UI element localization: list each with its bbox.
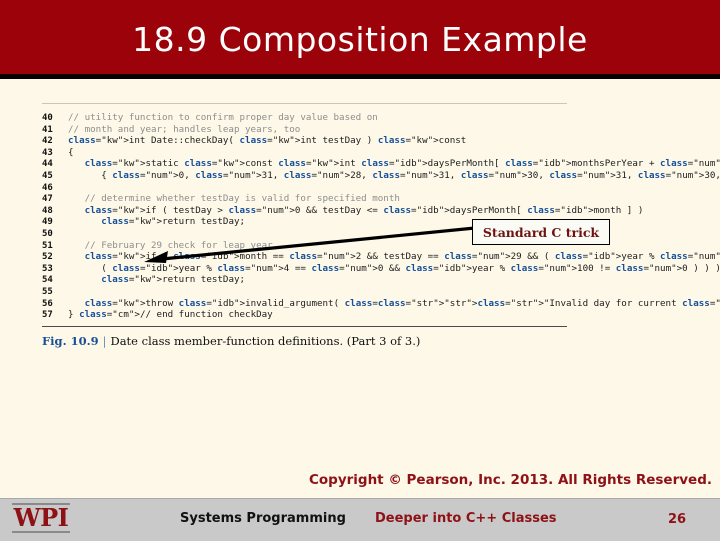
code-line: 53 ( class="idb">year % class="num">4 ==… [42, 263, 720, 275]
figure-top-rule [42, 103, 567, 104]
code-line-text: { class="num">0, class="num">31, class="… [68, 169, 720, 181]
code-line-number: 45 [42, 170, 53, 181]
page-title: 18.9 Composition Example [132, 20, 588, 59]
footer-topic-name: Deeper into C++ Classes [375, 511, 557, 526]
code-line-text: class="kw">if ( testDay > class="num">0 … [84, 204, 644, 216]
code-line-text: // month and year; handles leap years, t… [68, 123, 301, 135]
code-line: 43{ [42, 147, 567, 159]
callout-box: Standard C trick [472, 219, 610, 245]
code-line-number: 52 [42, 252, 53, 263]
figure-caption-separator: | [102, 333, 107, 348]
figure-caption-text: Date class member-function definitions. … [110, 333, 421, 348]
code-line-text: class="kw">return testDay; [101, 216, 246, 228]
code-listing: 40 // utility function to confirm proper … [42, 112, 720, 321]
figure-caption: Fig. 10.9 | Date class member-function def… [42, 334, 567, 348]
code-line: 46 [42, 182, 567, 194]
code-line-text: class="kw">return testDay; [101, 274, 246, 286]
code-line: 42 class="kw">int Date::checkDay( class="… [42, 135, 567, 147]
code-line: 57 } class="cm">// end function checkDay [42, 309, 567, 321]
code-line-text: ( class="idb">year % class="num">4 == cl… [68, 262, 720, 274]
callout-label: Standard C trick [482, 224, 600, 240]
code-line: 40 // utility function to confirm proper … [42, 112, 567, 124]
code-line-text: { [68, 146, 74, 158]
code-line-text: class="kw">static class="kw">const class… [84, 158, 720, 170]
code-line: 48 class="kw">if ( testDay > class="num"… [42, 205, 643, 217]
code-line: 41// month and year; handles leap years,… [42, 124, 567, 136]
code-line: 55 [42, 286, 567, 298]
code-line-text: class="kw">int Date::checkDay( class="kw… [68, 135, 467, 147]
code-line: 45 { class="num">0, class="num">31, clas… [42, 170, 720, 182]
code-line-text: // February 29 check for leap year [68, 239, 273, 251]
figure-caption-label: Fig. 10.9 [42, 333, 99, 348]
code-line-text: // determine whether testDay is valid fo… [68, 193, 400, 205]
footer-course-name: Systems Programming [180, 511, 346, 526]
code-line-text: } class="cm">// end function checkDay [68, 309, 273, 321]
slide-content-area: 40 // utility function to confirm proper … [0, 79, 720, 498]
copyright-notice: Copyright © Pearson, Inc. 2013. All Righ… [308, 472, 712, 488]
figure-bottom-rule [42, 325, 567, 327]
code-line-number: 57 [42, 310, 53, 321]
footer-page-number: 26 [668, 512, 687, 527]
wpi-logo-text: WPI [13, 503, 69, 532]
code-line-number: 55 [42, 286, 53, 297]
code-line: 47 // determine whether testDay is valid… [42, 193, 567, 205]
code-line: 52 class="kw">if ( class="idb">month == … [42, 251, 720, 263]
code-line: 54 class="kw">return testDay; [42, 274, 567, 286]
code-line-text: class="kw">throw class="idb">invalid_arg… [84, 297, 720, 309]
code-line-number: 40 [42, 113, 53, 123]
code-line: 56 class="kw">throw class="idb">invalid_… [42, 298, 720, 310]
wpi-logo: WPI [12, 503, 70, 533]
code-line-text: class="kw">if ( class="idb">month == cla… [84, 251, 720, 263]
code-line-number: 50 [42, 228, 53, 239]
slide-footer: WPI Systems Programming Deeper into C++ … [0, 498, 720, 541]
code-line: 44 class="kw">static class="kw">const cl… [42, 158, 720, 170]
code-line-text: // utility function to confirm proper da… [68, 112, 378, 123]
